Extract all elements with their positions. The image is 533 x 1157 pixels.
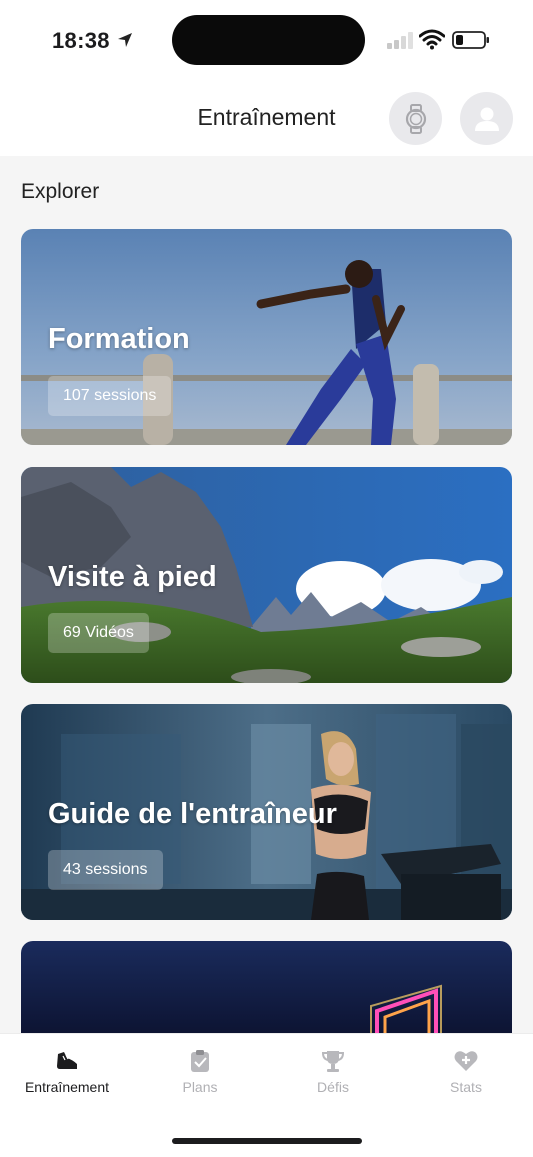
tab-plans[interactable]: Plans	[140, 1048, 260, 1095]
tab-stats[interactable]: Stats	[406, 1048, 526, 1095]
top-header-area: 18:38 Entraînement	[0, 0, 533, 156]
card-title: Formation	[48, 323, 190, 355]
neon-workout-image	[21, 941, 512, 1033]
home-indicator[interactable]	[172, 1138, 362, 1144]
tab-label: Entraînement	[24, 1079, 110, 1095]
shoe-icon	[57, 1052, 77, 1069]
card-badge: 43 sessions	[48, 850, 163, 890]
wifi-icon	[419, 29, 445, 50]
card-visite-a-pied[interactable]: Visite à pied 69 Vidéos	[21, 467, 512, 683]
profile-button[interactable]	[460, 92, 513, 145]
heart-plus-icon	[454, 1051, 478, 1071]
card-guide-entraineur[interactable]: Guide de l'entraîneur 43 sessions	[21, 704, 512, 920]
cellular-signal-icon	[387, 32, 413, 49]
tab-defis[interactable]: Défis	[273, 1048, 393, 1095]
tab-label: Défis	[317, 1079, 349, 1095]
tab-label: Plans	[182, 1079, 218, 1095]
tab-label: Stats	[450, 1079, 482, 1095]
tab-entrainement[interactable]: Entraînement	[7, 1048, 127, 1095]
location-arrow-icon	[118, 33, 132, 47]
card-title: Visite à pied	[48, 561, 217, 593]
clipboard-icon	[191, 1050, 209, 1072]
battery-icon	[452, 31, 489, 49]
card-badge: 107 sessions	[48, 376, 172, 416]
trophy-icon	[321, 1051, 345, 1072]
dynamic-island	[172, 15, 365, 65]
card-title: Guide de l'entraîneur	[48, 798, 337, 830]
page-title: Entraînement	[197, 104, 336, 130]
user-icon	[474, 107, 499, 131]
watch-button[interactable]	[389, 92, 442, 145]
card-formation[interactable]: Formation 107 sessions	[21, 229, 512, 445]
watch-icon	[405, 103, 426, 134]
explore-section-title: Explorer	[21, 180, 100, 203]
status-time: 18:38	[52, 28, 110, 53]
card-badge: 69 Vidéos	[48, 613, 149, 653]
card-partial[interactable]	[21, 941, 512, 1033]
